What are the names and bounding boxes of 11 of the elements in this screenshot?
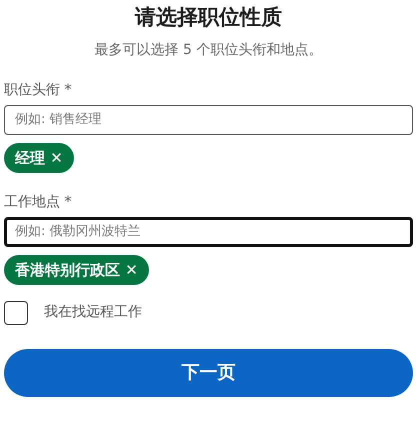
page-title: 请选择职位性质 [135,4,282,31]
remote-checkbox[interactable] [4,300,28,324]
job-title-field[interactable]: 例如: 销售经理 [4,104,413,134]
field-label: 职位头衔 * [4,80,72,100]
selected-chip[interactable]: 香港特别行政区 ✕ [4,254,149,284]
checkbox-label: 我在找远程工作 [44,303,142,322]
location-field[interactable]: 例如: 俄勒冈州波特兰 [4,216,413,246]
field-label: 工作地点 * [4,192,72,212]
subtitle: 最多可以选择 5 个职位头衔和地点。 [94,40,322,60]
selected-chip[interactable]: 经理 ✕ [4,142,74,172]
next-button[interactable]: 下一页 [4,348,413,396]
